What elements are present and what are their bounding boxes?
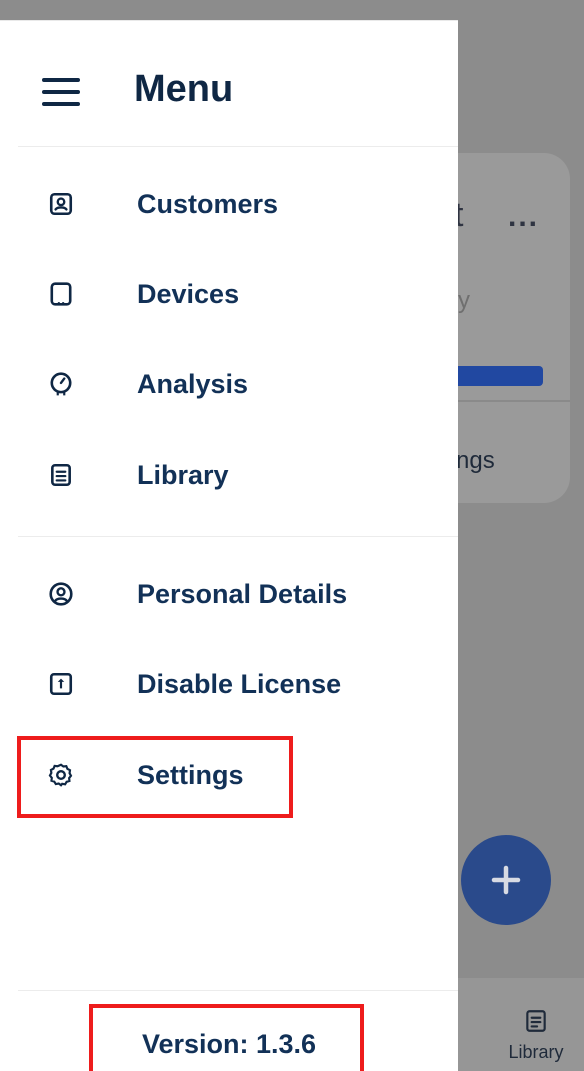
settings-highlight-box bbox=[17, 736, 293, 818]
menu-item-disable-license[interactable]: Disable License bbox=[0, 657, 458, 717]
contact-card-icon bbox=[49, 192, 73, 216]
menu-item-devices[interactable]: Devices bbox=[0, 267, 458, 327]
background-card-more-icon: ... bbox=[508, 200, 540, 233]
bottom-nav-library-label: Library bbox=[508, 1042, 564, 1062]
menu-item-label: Personal Details bbox=[137, 579, 348, 609]
gauge-icon bbox=[50, 372, 72, 396]
footer-divider bbox=[18, 990, 458, 991]
bottom-nav-library: Library bbox=[496, 1008, 576, 1063]
drawer-title: Menu bbox=[134, 68, 234, 110]
version-highlight-box bbox=[89, 1004, 364, 1071]
header-divider bbox=[18, 146, 458, 147]
drawer-top-border bbox=[0, 20, 458, 21]
section-divider bbox=[18, 536, 458, 537]
menu-item-library[interactable]: Library bbox=[0, 448, 458, 508]
menu-item-analysis[interactable]: Analysis bbox=[0, 357, 458, 417]
menu-item-label: Customers bbox=[137, 189, 279, 219]
menu-item-label: Disable License bbox=[137, 669, 342, 699]
license-key-icon bbox=[49, 672, 73, 696]
menu-item-customers[interactable]: Customers bbox=[0, 177, 458, 237]
menu-item-label: Analysis bbox=[137, 369, 249, 399]
document-list-icon bbox=[526, 1010, 546, 1032]
background-card-subtitle: y bbox=[458, 287, 470, 314]
tablet-device-icon bbox=[50, 282, 72, 306]
menu-item-label: Library bbox=[137, 460, 229, 490]
menu-item-label: Devices bbox=[137, 279, 240, 309]
document-list-icon bbox=[51, 463, 71, 487]
add-fab-button bbox=[461, 835, 551, 925]
hamburger-menu-icon[interactable] bbox=[42, 78, 80, 106]
plus-icon bbox=[491, 865, 521, 895]
menu-item-personal-details[interactable]: Personal Details bbox=[0, 567, 458, 627]
user-circle-icon bbox=[49, 582, 73, 606]
